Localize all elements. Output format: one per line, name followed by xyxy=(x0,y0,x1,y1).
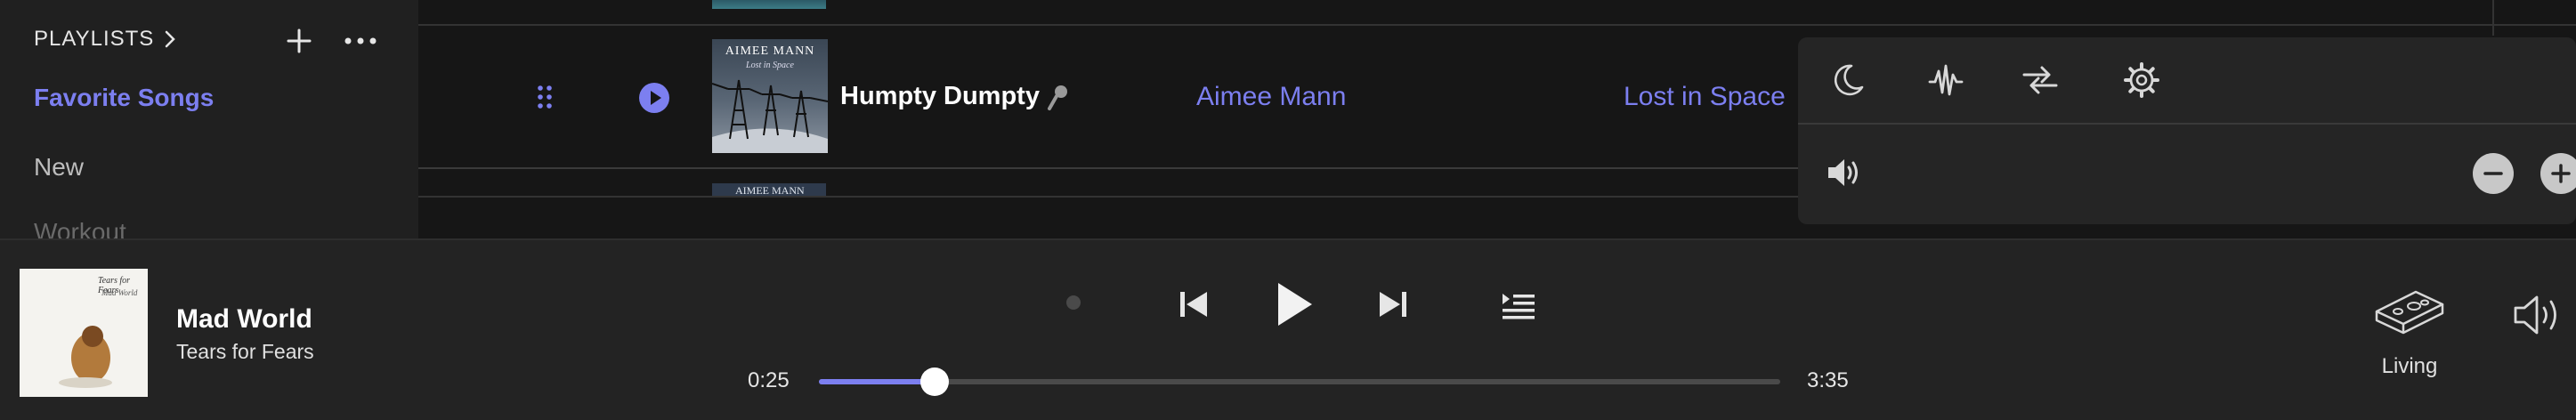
previous-row-album-art xyxy=(712,0,826,9)
track-album-link[interactable]: Lost in Space xyxy=(1624,82,1786,112)
progress-slider[interactable] xyxy=(819,368,1780,396)
swap-arrows-icon[interactable] xyxy=(2021,61,2060,100)
queue-icon[interactable] xyxy=(1501,288,1536,320)
progress-thumb[interactable] xyxy=(919,368,949,396)
now-playing-title[interactable]: Mad World xyxy=(176,304,312,335)
gear-icon[interactable] xyxy=(2122,61,2161,100)
previous-track-icon[interactable] xyxy=(1177,288,1211,320)
device-label[interactable]: Living xyxy=(2371,354,2448,379)
more-options-icon[interactable] xyxy=(342,25,379,57)
sidebar-item-new[interactable]: New xyxy=(34,153,84,182)
sidebar-item-workout[interactable]: Workout xyxy=(34,218,126,238)
drag-handle-icon[interactable] xyxy=(536,84,554,110)
moon-icon[interactable] xyxy=(1828,61,1867,100)
waveform-icon[interactable] xyxy=(1926,61,1965,100)
track-title: Humpty Dumpty xyxy=(840,82,1040,110)
quick-settings-panel xyxy=(1798,37,2576,224)
panel-divider xyxy=(1798,123,2576,125)
album-art-subtitle: Lost in Space xyxy=(746,61,794,70)
playlists-header-label: PLAYLISTS xyxy=(34,27,155,51)
track-artist-link[interactable]: Aimee Mann xyxy=(1196,82,1346,112)
playlists-header[interactable]: PLAYLISTS xyxy=(34,27,177,52)
next-track-icon[interactable] xyxy=(1376,288,1410,320)
device-icon[interactable] xyxy=(2371,285,2448,343)
row-divider xyxy=(418,24,2576,26)
microphone-icon xyxy=(1048,85,1067,110)
play-track-icon[interactable] xyxy=(638,82,670,114)
album-art-title: AIMEE MANN xyxy=(725,44,815,58)
volume-increase-button[interactable] xyxy=(2540,153,2576,194)
plus-icon xyxy=(2551,164,2571,183)
elapsed-time: 0:25 xyxy=(748,368,790,392)
chevron-right-icon xyxy=(166,30,176,48)
track-album-art: AIMEE MANN Lost in Space xyxy=(712,39,828,153)
speaker-volume-icon[interactable] xyxy=(2512,290,2571,340)
figure-artwork xyxy=(59,326,112,388)
sidebar: PLAYLISTS Favorite Songs New Workout xyxy=(0,0,418,238)
sidebar-item-favorite-songs[interactable]: Favorite Songs xyxy=(34,84,214,112)
minus-icon xyxy=(2483,172,2503,175)
now-playing-artist[interactable]: Tears for Fears xyxy=(176,340,314,364)
play-icon[interactable] xyxy=(1271,279,1316,329)
status-dot-icon xyxy=(1066,295,1081,310)
total-time: 3:35 xyxy=(1807,368,1849,392)
volume-icon xyxy=(1828,159,1858,186)
progress-fill xyxy=(819,379,935,384)
music-app: PLAYLISTS Favorite Songs New Workout AIM… xyxy=(0,0,2576,420)
now-playing-album-art[interactable]: Tears for Fears Mad World xyxy=(20,269,148,397)
player-bar: Tears for Fears Mad World Mad World Tear… xyxy=(0,238,2576,420)
add-playlist-icon[interactable] xyxy=(283,25,315,57)
volume-decrease-button[interactable] xyxy=(2473,153,2514,194)
